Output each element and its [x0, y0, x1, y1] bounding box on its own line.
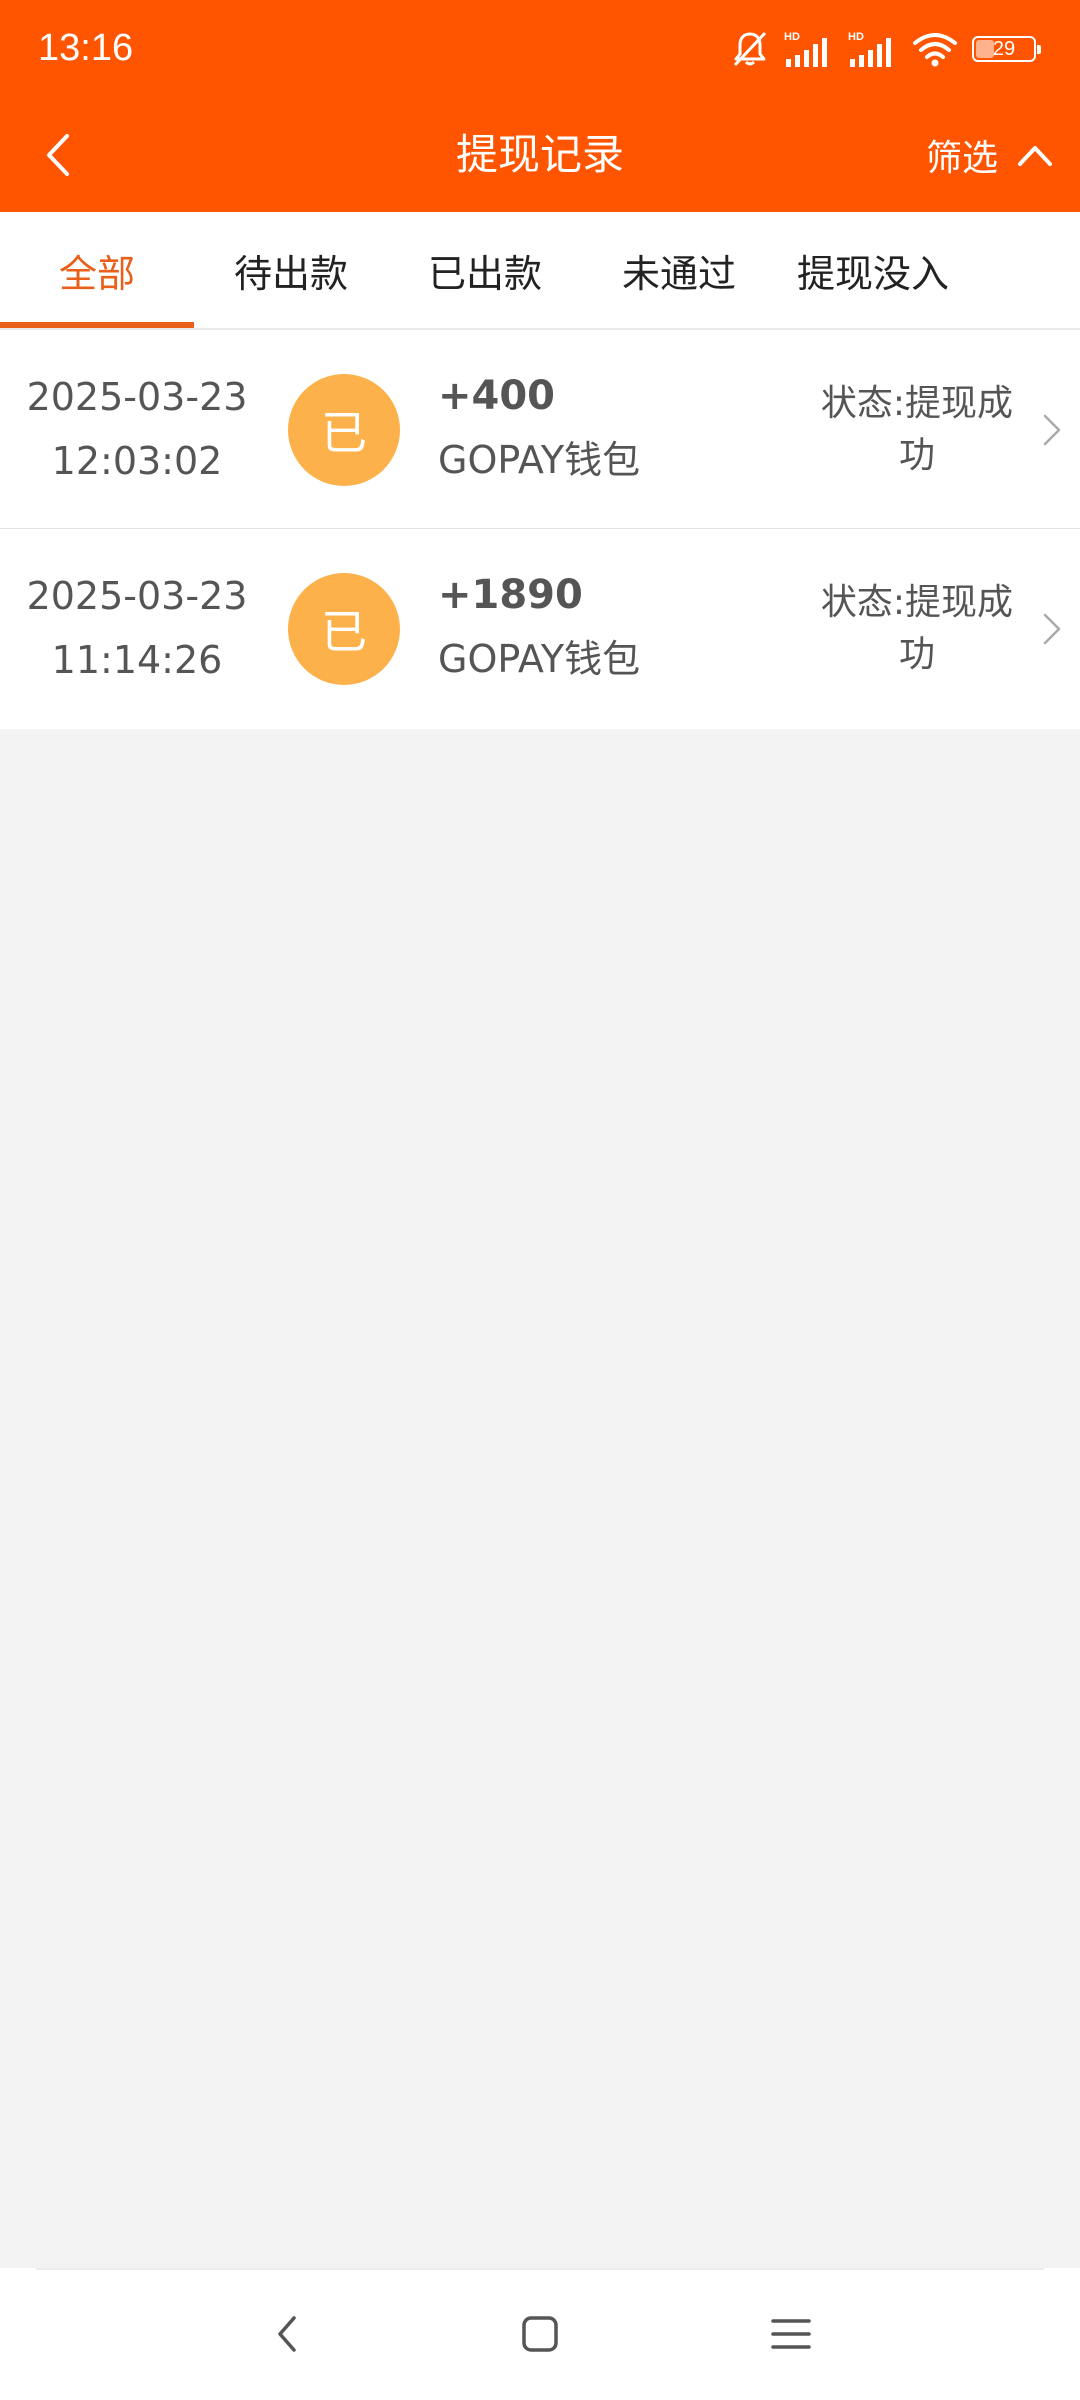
status-badge: 已	[288, 374, 400, 486]
chevron-right-icon	[1043, 613, 1061, 645]
nav-back-button[interactable]	[251, 2298, 323, 2370]
chevron-up-icon	[1018, 146, 1052, 166]
svg-text:HD: HD	[848, 31, 864, 43]
wifi-icon	[912, 29, 958, 69]
record-date: 2025-03-23	[26, 375, 248, 419]
record-amount: +1890	[438, 572, 583, 618]
record-method: GOPAY钱包	[438, 637, 641, 681]
chevron-left-icon	[278, 2316, 296, 2352]
record-status-line2: 功	[898, 634, 935, 675]
list-item[interactable]: 2025-03-23 11:14:26 已 +1890 GOPAY钱包 状态:提…	[0, 529, 1080, 729]
system-nav-bar	[0, 2268, 1080, 2400]
tab-indicator	[0, 322, 194, 328]
record-status-line2: 功	[898, 435, 935, 476]
app-bar: 提现记录 筛选	[0, 98, 1080, 212]
filter-label: 筛选	[925, 138, 998, 179]
tab-all[interactable]: 全部	[0, 212, 194, 328]
record-status-line1: 状态:提现成	[820, 582, 1014, 623]
svg-text:HD: HD	[784, 31, 800, 43]
battery-icon: 29	[972, 36, 1041, 62]
status-badge: 已	[288, 573, 400, 685]
record-list: 2025-03-23 12:03:02 已 +400 GOPAY钱包 状态:提现…	[0, 330, 1080, 729]
record-status: 状态:提现成 功	[810, 577, 1024, 681]
divider	[36, 2268, 1044, 2270]
nav-menu-button[interactable]	[755, 2298, 827, 2370]
chevron-right-icon	[1043, 414, 1061, 446]
list-item[interactable]: 2025-03-23 12:03:02 已 +400 GOPAY钱包 状态:提现…	[0, 330, 1080, 529]
hd-signal-icon: HD	[784, 29, 834, 69]
tab-bar: 全部 待出款 已出款 未通过 提现没入	[0, 212, 1080, 330]
hd-signal-icon: HD	[848, 29, 898, 69]
record-status: 状态:提现成 功	[810, 378, 1024, 482]
bell-muted-icon	[730, 29, 770, 69]
page-title: 提现记录	[455, 130, 624, 179]
filter-button[interactable]: 筛选	[926, 126, 1054, 184]
battery-level: 29	[992, 38, 1016, 60]
record-time: 12:03:02	[51, 439, 223, 483]
record-amount: +400	[438, 373, 556, 419]
tab-not-received[interactable]: 提现没入	[776, 212, 970, 328]
square-icon	[522, 2316, 558, 2352]
tab-pending[interactable]: 待出款	[194, 212, 388, 328]
record-status-line1: 状态:提现成	[820, 383, 1014, 424]
record-method: GOPAY钱包	[438, 438, 641, 482]
status-icons: HD HD 29	[730, 26, 1041, 72]
status-bar: 13:16 HD HD 29	[0, 0, 1080, 98]
record-time: 11:14:26	[51, 638, 223, 682]
menu-icon	[771, 2319, 811, 2349]
tab-rejected[interactable]: 未通过	[582, 212, 776, 328]
status-time: 13:16	[38, 27, 134, 69]
tab-paid[interactable]: 已出款	[388, 212, 582, 328]
record-date: 2025-03-23	[26, 574, 248, 618]
nav-home-button[interactable]	[504, 2298, 576, 2370]
